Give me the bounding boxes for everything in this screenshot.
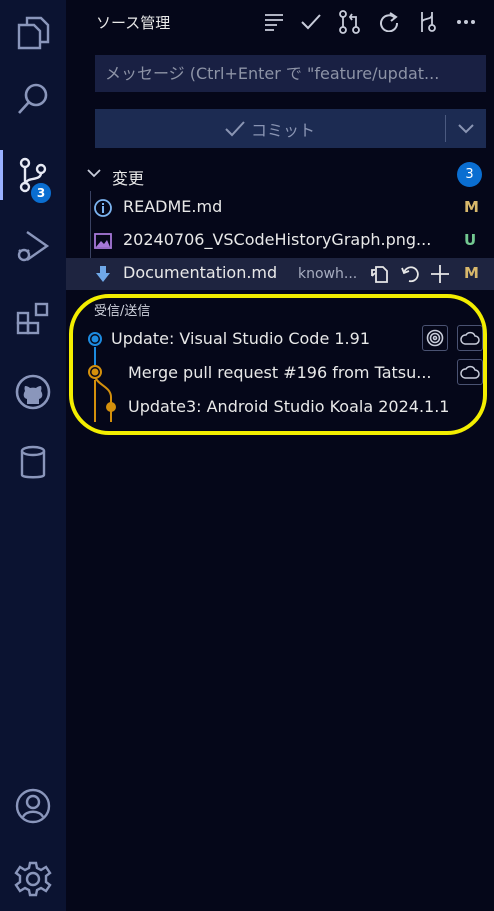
history-item[interactable]: Merge pull request #196 from Tatsu... [66,356,494,390]
panel-title: ソース管理 [96,14,171,32]
account-icon[interactable] [0,773,66,839]
changes-count-badge: 3 [457,162,482,187]
changed-file-row[interactable]: Documentation.md knowh... M [66,258,494,290]
commit-node-icon [88,332,102,346]
chevron-down-icon [458,123,474,133]
discard-changes-icon[interactable] [399,263,421,285]
file-status: M [464,198,479,216]
changed-file-row[interactable]: 20240706_VSCodeHistoryGraph.png... U [66,225,494,257]
extensions-icon[interactable] [0,286,66,352]
file-name: README.md [123,197,223,216]
image-file-icon [94,232,112,250]
open-file-icon[interactable] [369,263,391,285]
target-icon[interactable] [422,325,448,351]
commit-button-group: コミット [95,109,486,148]
view-as-list-icon[interactable] [260,8,288,36]
commit-button-label: コミット [250,120,315,140]
source-control-icon[interactable]: 3 [0,142,66,208]
history-item[interactable]: Update3: Android Studio Koala 2024.1.1 [66,390,494,424]
changed-file-row[interactable]: README.md M [66,192,494,224]
graph-filter-icon[interactable] [414,8,442,36]
file-status: U [464,231,477,249]
changes-label: 変更 [112,169,145,188]
settings-gear-icon[interactable] [0,846,66,911]
file-name: 20240706_VSCodeHistoryGraph.png... [123,230,432,249]
merge-node-icon [88,365,102,379]
file-status: M [464,264,479,282]
explorer-icon[interactable] [0,0,66,66]
commit-button[interactable]: コミット [95,109,445,148]
chevron-down-icon [87,169,101,178]
cloud-icon[interactable] [457,325,483,351]
changes-section-header[interactable]: 変更 [66,160,494,190]
history-item-label: Update: Visual Studio Code 1.91 [111,329,370,348]
github-icon[interactable] [0,359,66,425]
cloud-icon[interactable] [457,359,483,385]
source-control-badge: 3 [29,181,53,205]
file-name: Documentation.md [123,263,278,282]
checkmark-icon [225,120,245,136]
panel-header: ソース管理 [66,0,494,44]
history-item-label: Merge pull request #196 from Tatsu... [128,363,432,382]
incoming-outgoing-header: 受信/送信 [94,304,151,319]
commit-dropdown-button[interactable] [446,109,486,148]
search-icon[interactable] [0,66,66,132]
commit-check-icon[interactable] [297,8,325,36]
markdown-down-arrow-icon [94,265,112,283]
create-pull-request-icon[interactable] [336,8,364,36]
more-actions-icon[interactable] [452,8,480,36]
run-debug-icon[interactable] [0,213,66,279]
source-control-panel: ソース管理 コミット 変更 3 [66,0,494,911]
database-icon[interactable] [0,430,66,496]
activity-bar: 3 [0,0,66,911]
history-item[interactable]: Update: Visual Studio Code 1.91 [66,322,494,356]
stage-changes-icon[interactable] [429,263,451,285]
file-description: knowh... [298,266,358,282]
commit-message-input[interactable] [95,55,486,92]
info-icon [94,199,112,217]
refresh-icon[interactable] [375,8,403,36]
history-item-label: Update3: Android Studio Koala 2024.1.1 [128,397,450,416]
commit-node-icon [106,402,116,412]
